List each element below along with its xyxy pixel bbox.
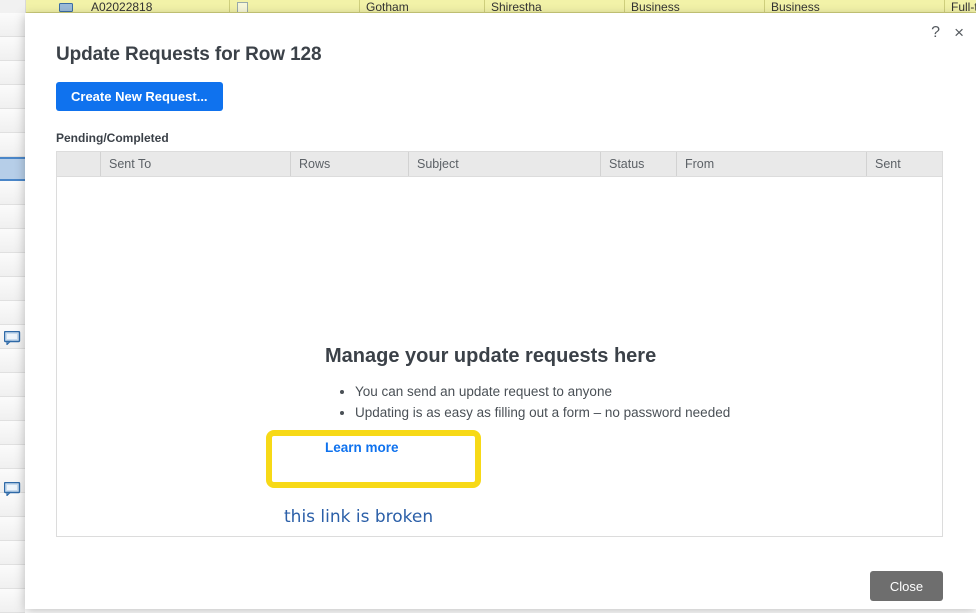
table-column-header[interactable]: Sent — [867, 152, 942, 176]
sheet-row-header[interactable] — [0, 229, 25, 253]
sheet-row-header[interactable] — [0, 445, 25, 469]
sheet-row-header[interactable] — [0, 589, 25, 613]
sheet-cell[interactable]: Shirestha — [485, 0, 625, 12]
close-icon[interactable]: × — [954, 24, 964, 41]
sheet-cell[interactable]: Business — [765, 0, 945, 12]
create-new-request-button[interactable]: Create New Request... — [56, 82, 223, 111]
sheet-row-header[interactable] — [0, 13, 25, 37]
sheet-row-header[interactable] — [0, 205, 25, 229]
sheet-row-header[interactable] — [0, 157, 25, 181]
sheet-row-header[interactable] — [0, 277, 25, 301]
sheet-row-header[interactable] — [0, 301, 25, 325]
table-column-header[interactable]: From — [677, 152, 867, 176]
sheet-row-header[interactable] — [0, 541, 25, 565]
dialog-window-controls: ? × — [931, 24, 964, 41]
sheet-cell[interactable]: Full-time — [945, 0, 976, 12]
sheet-row-header[interactable] — [0, 85, 25, 109]
sheet-row-header[interactable] — [0, 493, 25, 517]
sheet-row-header[interactable] — [0, 349, 25, 373]
sheet-row-header[interactable] — [0, 253, 25, 277]
sheet-cell[interactable] — [230, 0, 360, 12]
sheet-row-header[interactable] — [0, 133, 25, 157]
sheet-row-header[interactable] — [0, 37, 25, 61]
update-requests-dialog: ? × Update Requests for Row 128 Create N… — [25, 13, 976, 609]
sheet-row-header[interactable] — [0, 109, 25, 133]
sheet-cell[interactable]: Business — [625, 0, 765, 12]
table-column-header[interactable]: Status — [601, 152, 677, 176]
comment-icon[interactable] — [4, 331, 21, 345]
sheet-row-header[interactable] — [0, 421, 25, 445]
row-number-gutter — [0, 0, 26, 613]
sheet-row-header[interactable] — [0, 565, 25, 589]
sheet-cell[interactable]: A02022818 — [85, 0, 230, 12]
sheet-row-header[interactable] — [0, 397, 25, 421]
table-body: Manage your update requests here You can… — [57, 177, 942, 536]
table-column-header[interactable]: Rows — [291, 152, 409, 176]
comment-icon[interactable] — [4, 482, 21, 496]
help-icon[interactable]: ? — [931, 25, 940, 41]
dialog-title: Update Requests for Row 128 — [56, 44, 322, 65]
close-button[interactable]: Close — [870, 571, 943, 601]
empty-state-bullet: You can send an update request to anyone — [355, 381, 730, 402]
table-column-header[interactable] — [57, 152, 101, 176]
sheet-cell[interactable]: Gotham — [360, 0, 485, 12]
empty-state-title: Manage your update requests here — [325, 345, 657, 367]
table-column-header[interactable]: Sent To — [101, 152, 291, 176]
empty-state-bullets: You can send an update request to anyone… — [333, 381, 730, 423]
table-header-row: Sent To Rows Subject Status From Sent — [57, 152, 942, 177]
sheet-row-header[interactable] — [0, 61, 25, 85]
spreadsheet-top-row[interactable]: A02022818 Gotham Shirestha Business Busi… — [25, 0, 976, 13]
empty-state-bullet: Updating is as easy as filling out a for… — [355, 402, 730, 423]
sheet-row-header[interactable] — [0, 517, 25, 541]
sheet-row-header[interactable] — [0, 181, 25, 205]
table-column-header[interactable]: Subject — [409, 152, 601, 176]
learn-more-highlight-box — [266, 430, 481, 488]
requests-table: Sent To Rows Subject Status From Sent Manage … — [56, 151, 943, 537]
learn-more-link[interactable]: Learn more — [325, 440, 399, 455]
sheet-row-header[interactable] — [0, 373, 25, 397]
pending-completed-label: Pending/Completed — [56, 131, 169, 145]
broken-link[interactable]: this link is broken — [284, 507, 433, 527]
conversation-icon[interactable] — [59, 1, 73, 12]
